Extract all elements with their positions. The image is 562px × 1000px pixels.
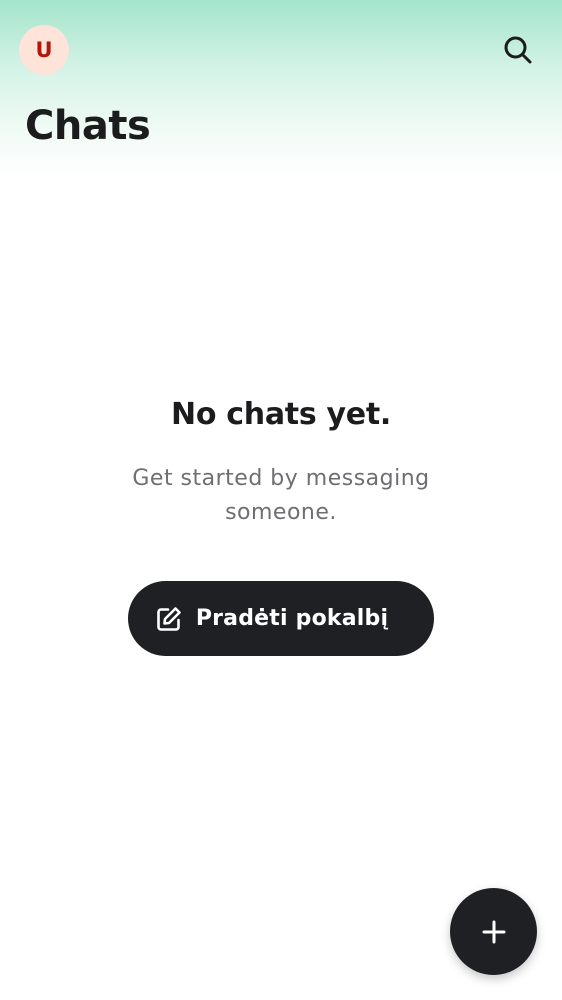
edit-icon (157, 606, 181, 631)
new-chat-fab[interactable] (450, 888, 537, 975)
plus-icon (482, 920, 505, 943)
avatar[interactable]: U (19, 25, 69, 75)
empty-state-title: No chats yet. (171, 397, 391, 432)
search-button[interactable] (496, 28, 540, 72)
page-title: Chats (25, 103, 151, 149)
start-chat-button[interactable]: Pradėti pokalbį (128, 581, 434, 656)
chats-screen: U Chats No chats yet. Get started by mes… (0, 0, 562, 1000)
header-gradient (0, 0, 562, 180)
empty-state-subtitle: Get started by messaging someone. (132, 466, 430, 525)
avatar-initial: U (35, 38, 53, 62)
start-chat-label: Pradėti pokalbį (195, 606, 389, 631)
search-icon (504, 36, 532, 64)
